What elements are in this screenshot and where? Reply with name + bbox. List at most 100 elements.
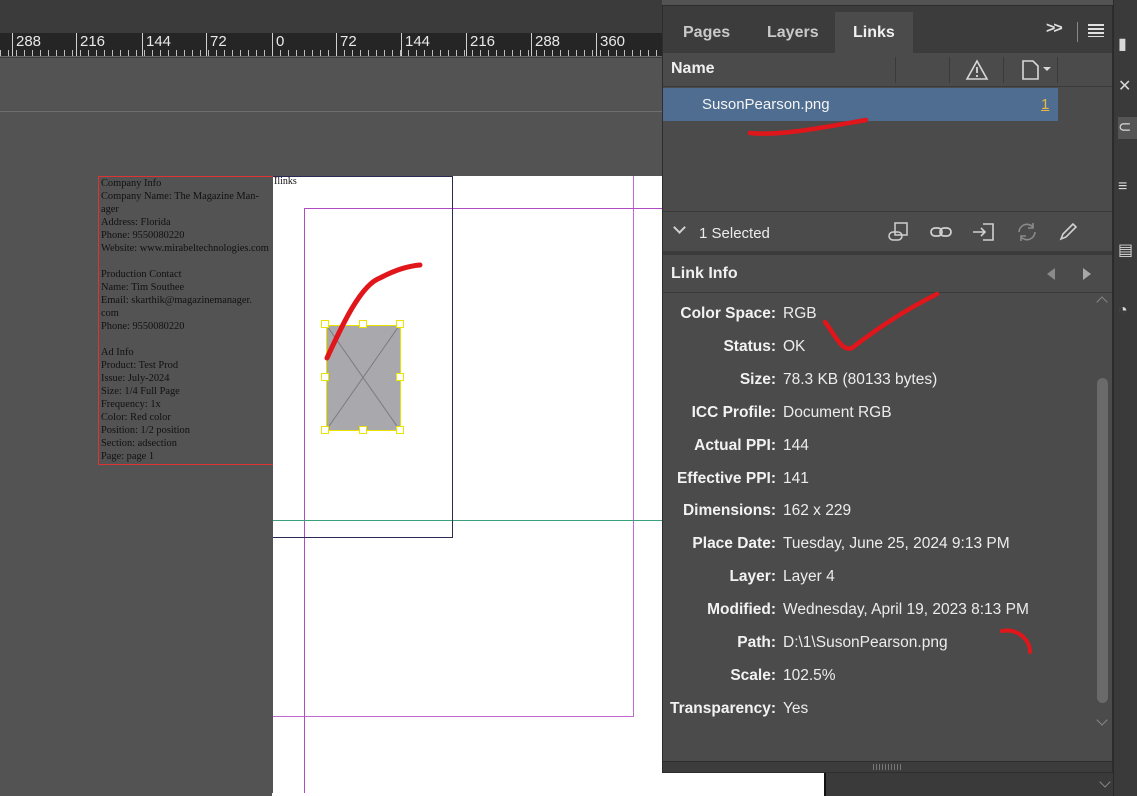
info-text-line: Production Contact <box>101 269 182 280</box>
ruler-tick: 144 <box>142 33 171 56</box>
info-text-line: Color: Red color <box>101 412 171 423</box>
edit-original-icon[interactable] <box>1056 220 1082 244</box>
effects-panel-icon[interactable]: ◔ <box>1118 302 1137 324</box>
link-info-value: RGB <box>783 305 817 322</box>
info-text-line: Company Info <box>101 178 162 189</box>
column-divider <box>1057 57 1058 83</box>
resize-handle[interactable] <box>321 320 329 328</box>
links-toolbar: 1 Selected <box>663 211 1112 251</box>
info-text-line: Size: 1/4 Full Page <box>101 386 180 397</box>
link-info-row: Modified: Wednesday, April 19, 2023 8:13 … <box>663 599 1093 623</box>
update-link-icon[interactable] <box>1014 220 1040 244</box>
resize-handle[interactable] <box>396 373 404 381</box>
chevron-down-icon[interactable] <box>673 221 686 234</box>
link-info-value: 162 x 229 <box>783 502 852 520</box>
column-divider <box>949 57 950 83</box>
resize-handle[interactable] <box>359 320 367 328</box>
info-text-line: Address: Florida <box>101 217 171 228</box>
info-text-line: Position: 1/2 position <box>101 425 190 436</box>
link-info-row: Path: D:\1\SusonPearson.png <box>663 632 1093 656</box>
tab-links[interactable]: Links <box>835 12 913 53</box>
info-text-line: Product: Test Prod <box>101 360 179 371</box>
links-column-header: Name <box>663 53 1112 87</box>
chevron-down-icon[interactable] <box>1099 776 1111 788</box>
scroll-up-icon[interactable] <box>1096 296 1108 308</box>
link-info-label: ICC Profile: <box>691 403 776 421</box>
selected-count: 1 Selected <box>699 225 770 242</box>
tab-divider <box>1077 22 1078 42</box>
scroll-thumb[interactable] <box>1097 378 1108 703</box>
panel-menu-icon[interactable] <box>1088 24 1104 37</box>
panel-tabbar: Pages Layers Links >> <box>663 6 1112 53</box>
link-info-label: Path: <box>737 634 776 651</box>
ruler-tick: 216 <box>76 33 105 56</box>
link-file-name: SusonPearson.png <box>702 96 830 113</box>
link-info-label: Effective PPI: <box>676 469 776 487</box>
resize-handle[interactable] <box>359 426 367 434</box>
column-divider <box>1003 57 1004 83</box>
link-info-row: Actual PPI: 144 <box>663 435 1093 459</box>
info-text-line: com <box>101 308 119 319</box>
tab-pages[interactable]: Pages <box>665 12 748 53</box>
link-info-value: Tuesday, June 25, 2024 9:13 PM <box>783 535 1010 553</box>
info-text-line: Company Name: The Magazine Man- <box>101 191 259 202</box>
goto-link-icon[interactable] <box>971 220 997 244</box>
link-info-scrollbar[interactable] <box>1095 296 1110 736</box>
info-text-line: ager <box>101 204 119 215</box>
relink-from-cc-icon[interactable] <box>885 220 911 244</box>
resize-handle[interactable] <box>396 320 404 328</box>
relink-icon[interactable] <box>928 220 954 244</box>
page-panel-icon[interactable]: ▮ <box>1118 34 1137 56</box>
link-info-value: 102.5% <box>783 666 836 684</box>
next-link-icon[interactable] <box>1083 268 1091 280</box>
previous-link-icon[interactable] <box>1047 268 1055 280</box>
swatches-panel-icon[interactable]: ▤ <box>1118 240 1137 262</box>
resize-handle[interactable] <box>321 426 329 434</box>
info-text-line: Name: Tim Southee <box>101 282 185 293</box>
resize-handle[interactable] <box>396 426 404 434</box>
links-panel-icon[interactable]: ⊂ <box>1118 117 1137 139</box>
stroke-panel-icon[interactable]: ≡ <box>1118 178 1137 200</box>
link-info-header: Link Info <box>663 255 1112 293</box>
resize-handle[interactable] <box>321 373 329 381</box>
resize-grip-icon[interactable] <box>873 764 903 770</box>
bottom-panel-area <box>824 773 1137 796</box>
link-info-value: Layer 4 <box>783 568 835 586</box>
scroll-down-icon[interactable] <box>1096 714 1108 726</box>
link-info-label: Color Space: <box>680 305 776 322</box>
ruler-tick: 0 <box>272 33 284 56</box>
tab-layers[interactable]: Layers <box>749 12 837 53</box>
ruler-tick: 72 <box>206 33 227 56</box>
link-info-value: 144 <box>783 436 809 454</box>
right-panel-strip: ▮ ✕ ⊂ ≡ ▤ ◔ <box>1113 0 1137 796</box>
link-info-label: Modified: <box>707 601 776 619</box>
frame-label: Ilinks <box>274 176 297 187</box>
ruler-strip[interactable]: 288 216 144 72 0 72 144 216 288 360 <box>0 33 662 57</box>
ruler-tick: 216 <box>466 33 495 56</box>
link-info-label: Scale: <box>730 666 776 684</box>
info-text-line <box>101 333 273 346</box>
company-info-text-frame[interactable]: Company Info Company Name: The Magazine M… <box>98 176 273 465</box>
panel-resize-bar[interactable] <box>663 761 1112 772</box>
link-info-value: 141 <box>783 469 809 487</box>
layers-panel-icon[interactable]: ✕ <box>1118 76 1137 98</box>
warning-icon[interactable] <box>965 59 989 81</box>
link-page-number[interactable]: 1 <box>1041 96 1049 113</box>
page-icon[interactable] <box>1021 59 1057 81</box>
horizontal-ruler[interactable]: 288 216 144 72 0 72 144 216 288 360 <box>0 0 662 58</box>
info-text-line: Section: adsection <box>101 438 177 449</box>
link-info-label: Dimensions: <box>682 502 776 520</box>
link-info-row: Layer: Layer 4 <box>663 566 1093 590</box>
link-info-value: D:\1\SusonPearson.png <box>783 634 948 651</box>
info-text-line: Phone: 9550080220 <box>101 230 185 241</box>
info-text-line: Issue: July-2024 <box>101 373 170 384</box>
link-info-row: Scale: 102.5% <box>663 665 1093 689</box>
image-frame[interactable] <box>326 325 401 431</box>
collapse-panel-icon[interactable]: >> <box>1046 20 1063 38</box>
name-column-header[interactable]: Name <box>671 60 715 78</box>
link-row[interactable]: SusonPearson.png 1 <box>663 88 1058 121</box>
link-info-value: 78.3 KB (80133 bytes) <box>783 370 938 388</box>
link-info-value: OK <box>783 337 806 355</box>
link-info-value: Document RGB <box>783 403 892 421</box>
info-text-line <box>101 255 273 268</box>
